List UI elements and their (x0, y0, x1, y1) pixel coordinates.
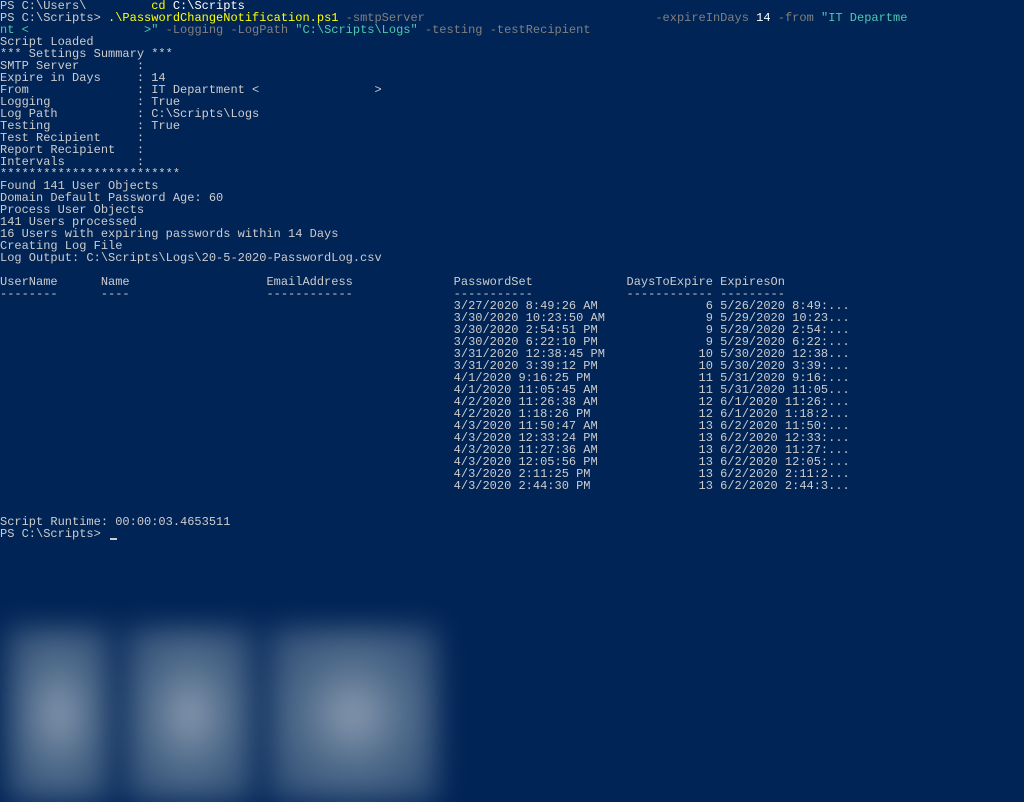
output-expiring-users: 16 Users with expiring passwords within … (0, 228, 1024, 240)
param-testing: -testing (425, 23, 490, 37)
output-log-output: Log Output: C:\Scripts\Logs\20-5-2020-Pa… (0, 252, 1024, 264)
output-testing: Testing : True (0, 120, 1024, 132)
output-testrecipient: Test Recipient : (0, 132, 1024, 144)
arg-logpath: "C:\Scripts\Logs" (295, 23, 425, 37)
redacted-email-blur (268, 627, 438, 802)
blank-line-2 (0, 492, 1024, 504)
output-reportrecipient: Report Recipient : (0, 144, 1024, 156)
table-body: 3/27/2020 8:49:26 AM 6 5/26/2020 8:49:..… (0, 300, 1024, 492)
param-from: -from (778, 11, 821, 25)
output-process-users: Process User Objects (0, 204, 1024, 216)
command-line-3: nt < >" -Logging -LogPath "C:\Scripts\Lo… (0, 24, 1024, 36)
table-row: 4/3/2020 2:44:30 PM 13 6/2/2020 2:44:3..… (0, 480, 1024, 492)
param-expireindays: -expireInDays (655, 11, 756, 25)
arg-expiredays: 14 (756, 11, 778, 25)
param-logpath: -LogPath (230, 23, 295, 37)
redacted-name-blur (125, 627, 255, 802)
arg-from-part1: "IT Departme (821, 11, 907, 25)
cursor (110, 538, 117, 540)
param-logging: -Logging (166, 23, 231, 37)
redacted-username-blur (6, 627, 112, 802)
param-testrecipient: -testRecipient (490, 23, 598, 37)
script-runtime: Script Runtime: 00:00:03.4653511 (0, 516, 1024, 528)
output-settings-header: *** Settings Summary *** (0, 48, 1024, 60)
output-default-age: Domain Default Password Age: 60 (0, 192, 1024, 204)
arg-from-close: >" (144, 23, 166, 37)
ps-prompt-final[interactable]: PS C:\Scripts> (0, 528, 1024, 540)
